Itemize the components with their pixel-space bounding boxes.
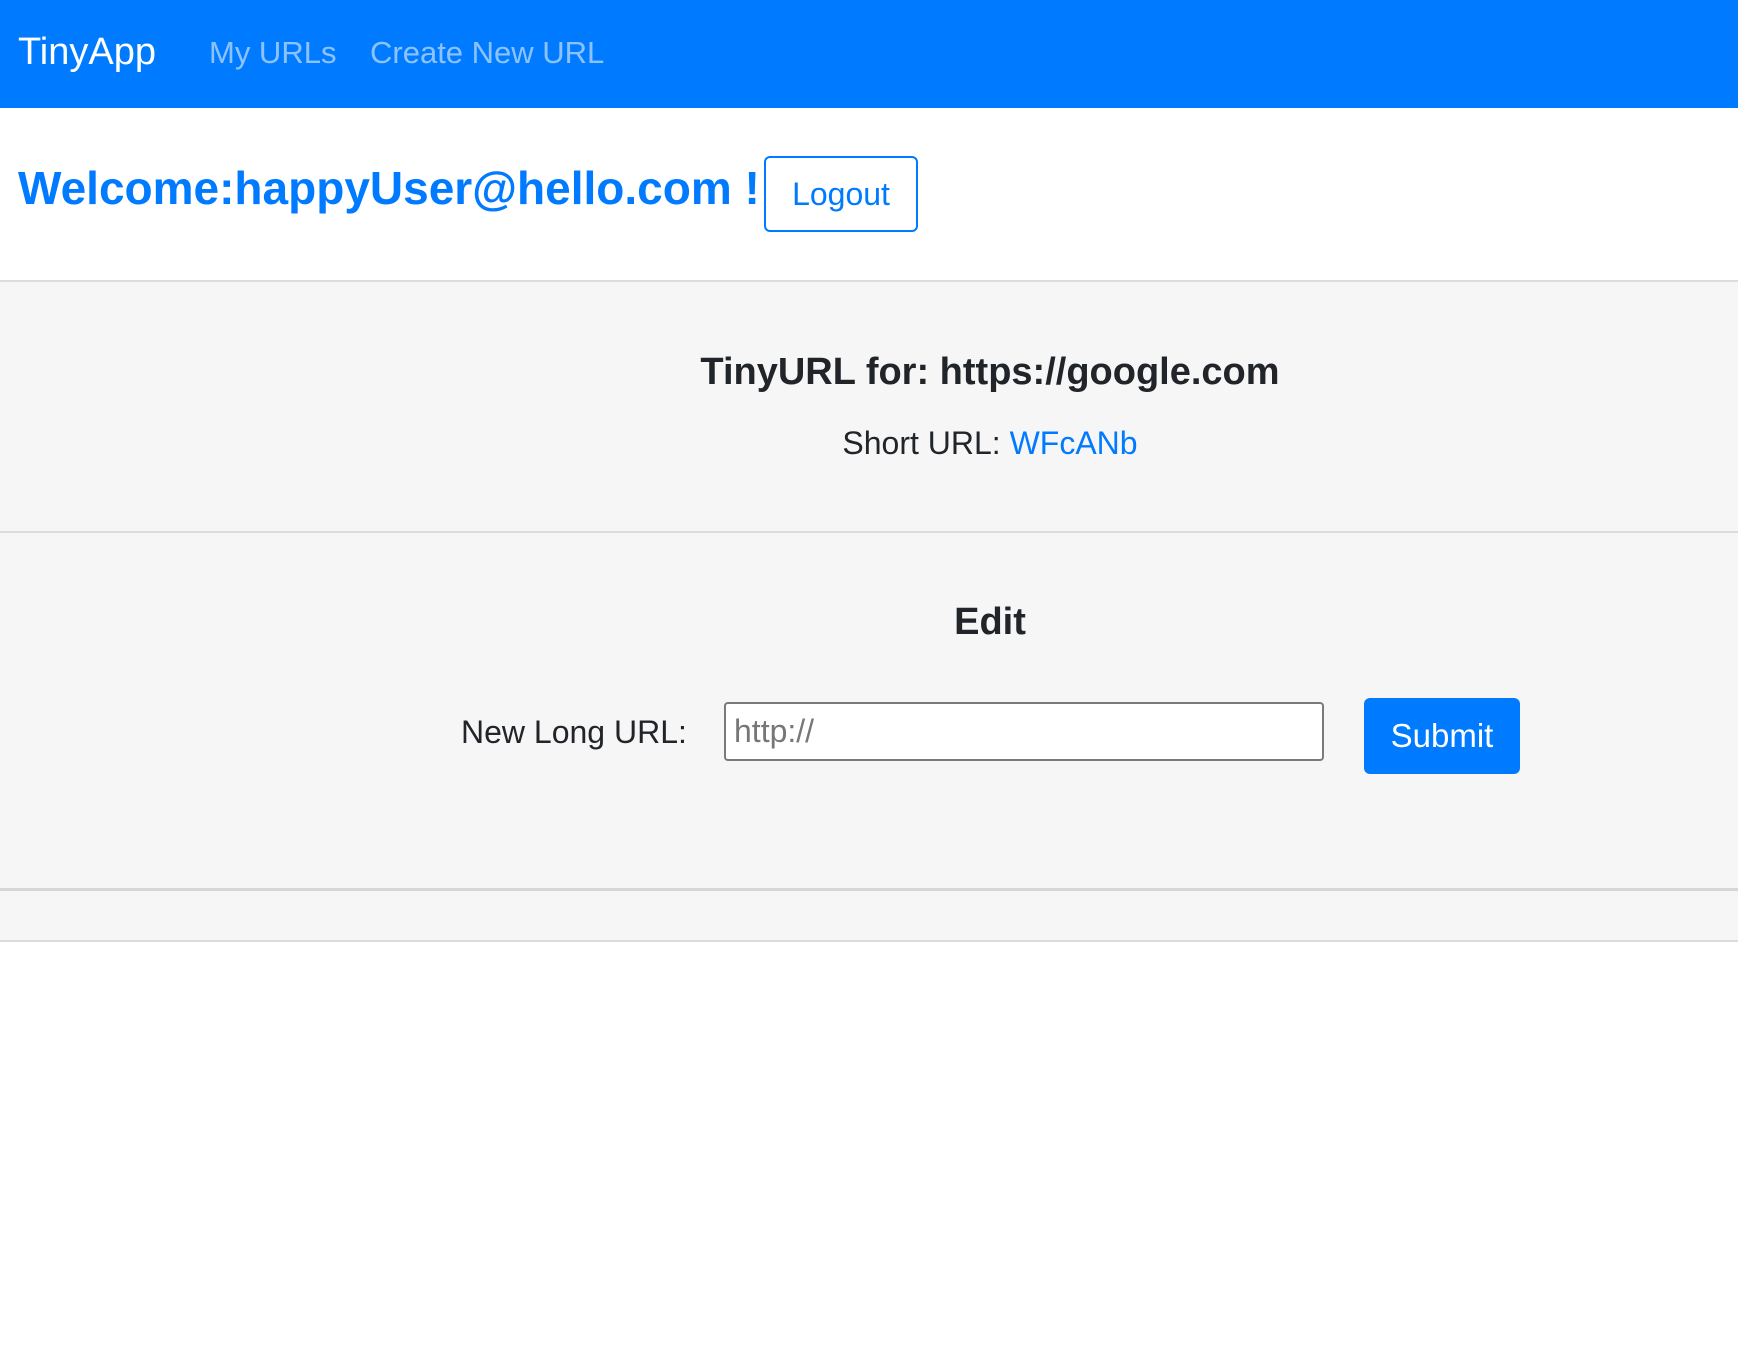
nav-my-urls-link[interactable]: My URLs xyxy=(209,32,336,74)
url-card: TinyURL for: https://google.com Short UR… xyxy=(0,280,1738,891)
new-long-url-label: New Long URL: xyxy=(461,714,687,750)
short-url-line: Short URL: WFcANb xyxy=(0,422,1738,464)
edit-heading: Edit xyxy=(954,601,1026,643)
card-divider xyxy=(0,531,1738,533)
card-footer xyxy=(0,891,1738,942)
welcome-heading: Welcome:happyUser@hello.com ! xyxy=(18,162,760,214)
submit-button[interactable]: Submit xyxy=(1364,698,1520,774)
short-url-label: Short URL: xyxy=(842,425,1010,461)
brand-link[interactable]: TinyApp xyxy=(18,28,156,76)
nav-create-new-url-link[interactable]: Create New URL xyxy=(370,32,604,74)
short-url-link[interactable]: WFcANb xyxy=(1010,425,1138,461)
logout-button[interactable]: Logout xyxy=(764,156,918,232)
top-navbar: TinyApp My URLs Create New URL xyxy=(0,0,1738,108)
card-title: TinyURL for: https://google.com xyxy=(700,351,1280,393)
new-long-url-input[interactable] xyxy=(724,702,1324,761)
